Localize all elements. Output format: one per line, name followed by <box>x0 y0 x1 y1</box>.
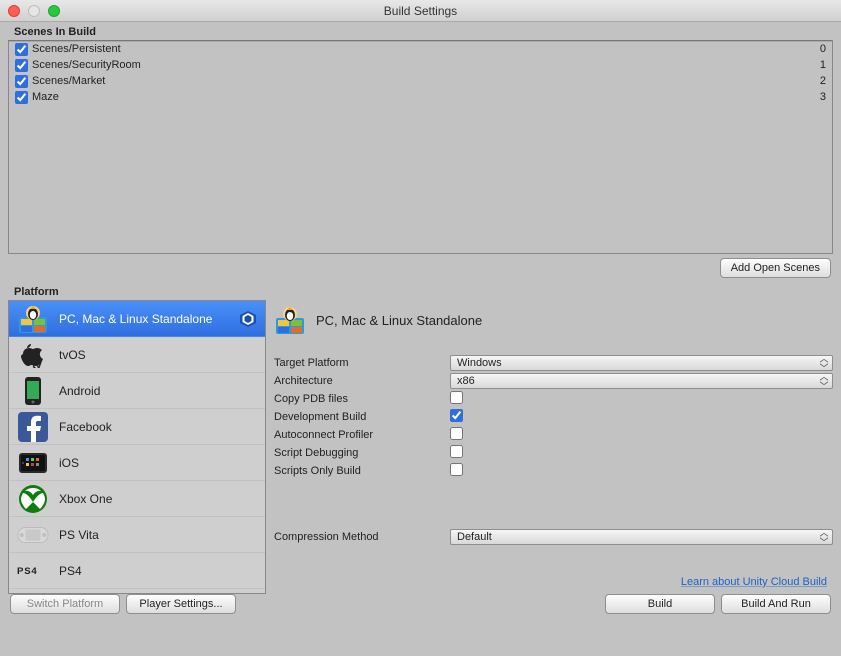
standalone-icon <box>17 303 49 335</box>
footer: Switch Platform Player Settings... Build… <box>4 594 837 620</box>
copy-pdb-label: Copy PDB files <box>274 393 450 405</box>
architecture-select[interactable]: x86 <box>450 373 833 389</box>
scene-checkbox[interactable] <box>15 75 28 88</box>
xboxone-icon <box>17 483 49 515</box>
scene-name: Scenes/Market <box>32 75 820 87</box>
compression-label: Compression Method <box>274 531 450 543</box>
target-platform-select[interactable]: Windows <box>450 355 833 371</box>
platform-item-tvos[interactable]: tv tvOS <box>9 337 265 373</box>
ios-icon <box>17 447 49 479</box>
svg-text:tv: tv <box>32 358 43 370</box>
platform-label: PS4 <box>59 564 257 578</box>
scripts-only-label: Scripts Only Build <box>274 465 450 477</box>
platform-item-facebook[interactable]: Facebook <box>9 409 265 445</box>
details-header: PC, Mac & Linux Standalone <box>274 300 833 340</box>
scene-checkbox[interactable] <box>15 91 28 104</box>
add-open-scenes-button[interactable]: Add Open Scenes <box>720 258 831 278</box>
scene-index: 2 <box>820 75 826 87</box>
facebook-icon <box>17 411 49 443</box>
platform-label: PC, Mac & Linux Standalone <box>59 312 229 326</box>
psvita-icon <box>17 519 49 551</box>
scene-name: Scenes/SecurityRoom <box>32 59 820 71</box>
scene-index: 0 <box>820 43 826 55</box>
tvos-icon: tv <box>17 339 49 371</box>
platform-label: Facebook <box>59 420 257 434</box>
script-debug-checkbox[interactable] <box>450 445 463 458</box>
platform-label: Xbox One <box>59 492 257 506</box>
platform-label: iOS <box>59 456 257 470</box>
platform-item-standalone[interactable]: PC, Mac & Linux Standalone <box>9 301 265 337</box>
switch-platform-button[interactable]: Switch Platform <box>10 594 120 614</box>
details-title: PC, Mac & Linux Standalone <box>316 313 482 328</box>
dev-build-label: Development Build <box>274 411 450 423</box>
target-platform-value: Windows <box>457 357 502 369</box>
platform-item-ps4[interactable]: PS4 PS4 <box>9 553 265 589</box>
platform-item-html[interactable]: HTML <box>9 589 265 594</box>
ps4-icon: PS4 <box>17 555 49 587</box>
platform-label: PS Vita <box>59 528 257 542</box>
build-and-run-button[interactable]: Build And Run <box>721 594 831 614</box>
scenes-list[interactable]: Scenes/Persistent0Scenes/SecurityRoom1Sc… <box>8 40 833 254</box>
platform-item-xboxone[interactable]: Xbox One <box>9 481 265 517</box>
platform-item-android[interactable]: Android <box>9 373 265 409</box>
build-button[interactable]: Build <box>605 594 715 614</box>
scenes-in-build-label: Scenes In Build <box>14 26 837 38</box>
platform-list[interactable]: PC, Mac & Linux Standalone tv tvOS Andro… <box>8 300 266 594</box>
scene-row[interactable]: Scenes/SecurityRoom1 <box>9 57 832 73</box>
architecture-label: Architecture <box>274 375 450 387</box>
autoconnect-label: Autoconnect Profiler <box>274 429 450 441</box>
scene-name: Scenes/Persistent <box>32 43 820 55</box>
titlebar: Build Settings <box>0 0 841 22</box>
dev-build-checkbox[interactable] <box>450 409 463 422</box>
scene-row[interactable]: Maze3 <box>9 89 832 105</box>
platform-label: Android <box>59 384 257 398</box>
architecture-value: x86 <box>457 375 475 387</box>
html-icon: HTML <box>17 591 49 595</box>
player-settings-button[interactable]: Player Settings... <box>126 594 236 614</box>
window-title: Build Settings <box>0 4 841 18</box>
copy-pdb-checkbox[interactable] <box>450 391 463 404</box>
platform-section-label: Platform <box>14 286 837 298</box>
scene-checkbox[interactable] <box>15 59 28 72</box>
target-platform-label: Target Platform <box>274 357 450 369</box>
scene-row[interactable]: Scenes/Market2 <box>9 73 832 89</box>
autoconnect-checkbox[interactable] <box>450 427 463 440</box>
scene-checkbox[interactable] <box>15 43 28 56</box>
standalone-icon <box>274 304 306 336</box>
scene-row[interactable]: Scenes/Persistent0 <box>9 41 832 57</box>
script-debug-label: Script Debugging <box>274 447 450 459</box>
svg-text:PS4: PS4 <box>17 566 38 577</box>
platform-item-psvita[interactable]: PS Vita <box>9 517 265 553</box>
scripts-only-checkbox[interactable] <box>450 463 463 476</box>
scene-index: 3 <box>820 91 826 103</box>
platform-details: PC, Mac & Linux Standalone Target Platfo… <box>274 300 833 594</box>
platform-item-ios[interactable]: iOS <box>9 445 265 481</box>
scene-index: 1 <box>820 59 826 71</box>
scene-name: Maze <box>32 91 820 103</box>
platform-label: tvOS <box>59 348 257 362</box>
compression-select[interactable]: Default <box>450 529 833 545</box>
compression-value: Default <box>457 531 492 543</box>
android-icon <box>17 375 49 407</box>
unity-icon <box>239 310 257 328</box>
cloud-build-link[interactable]: Learn about Unity Cloud Build <box>274 574 833 594</box>
